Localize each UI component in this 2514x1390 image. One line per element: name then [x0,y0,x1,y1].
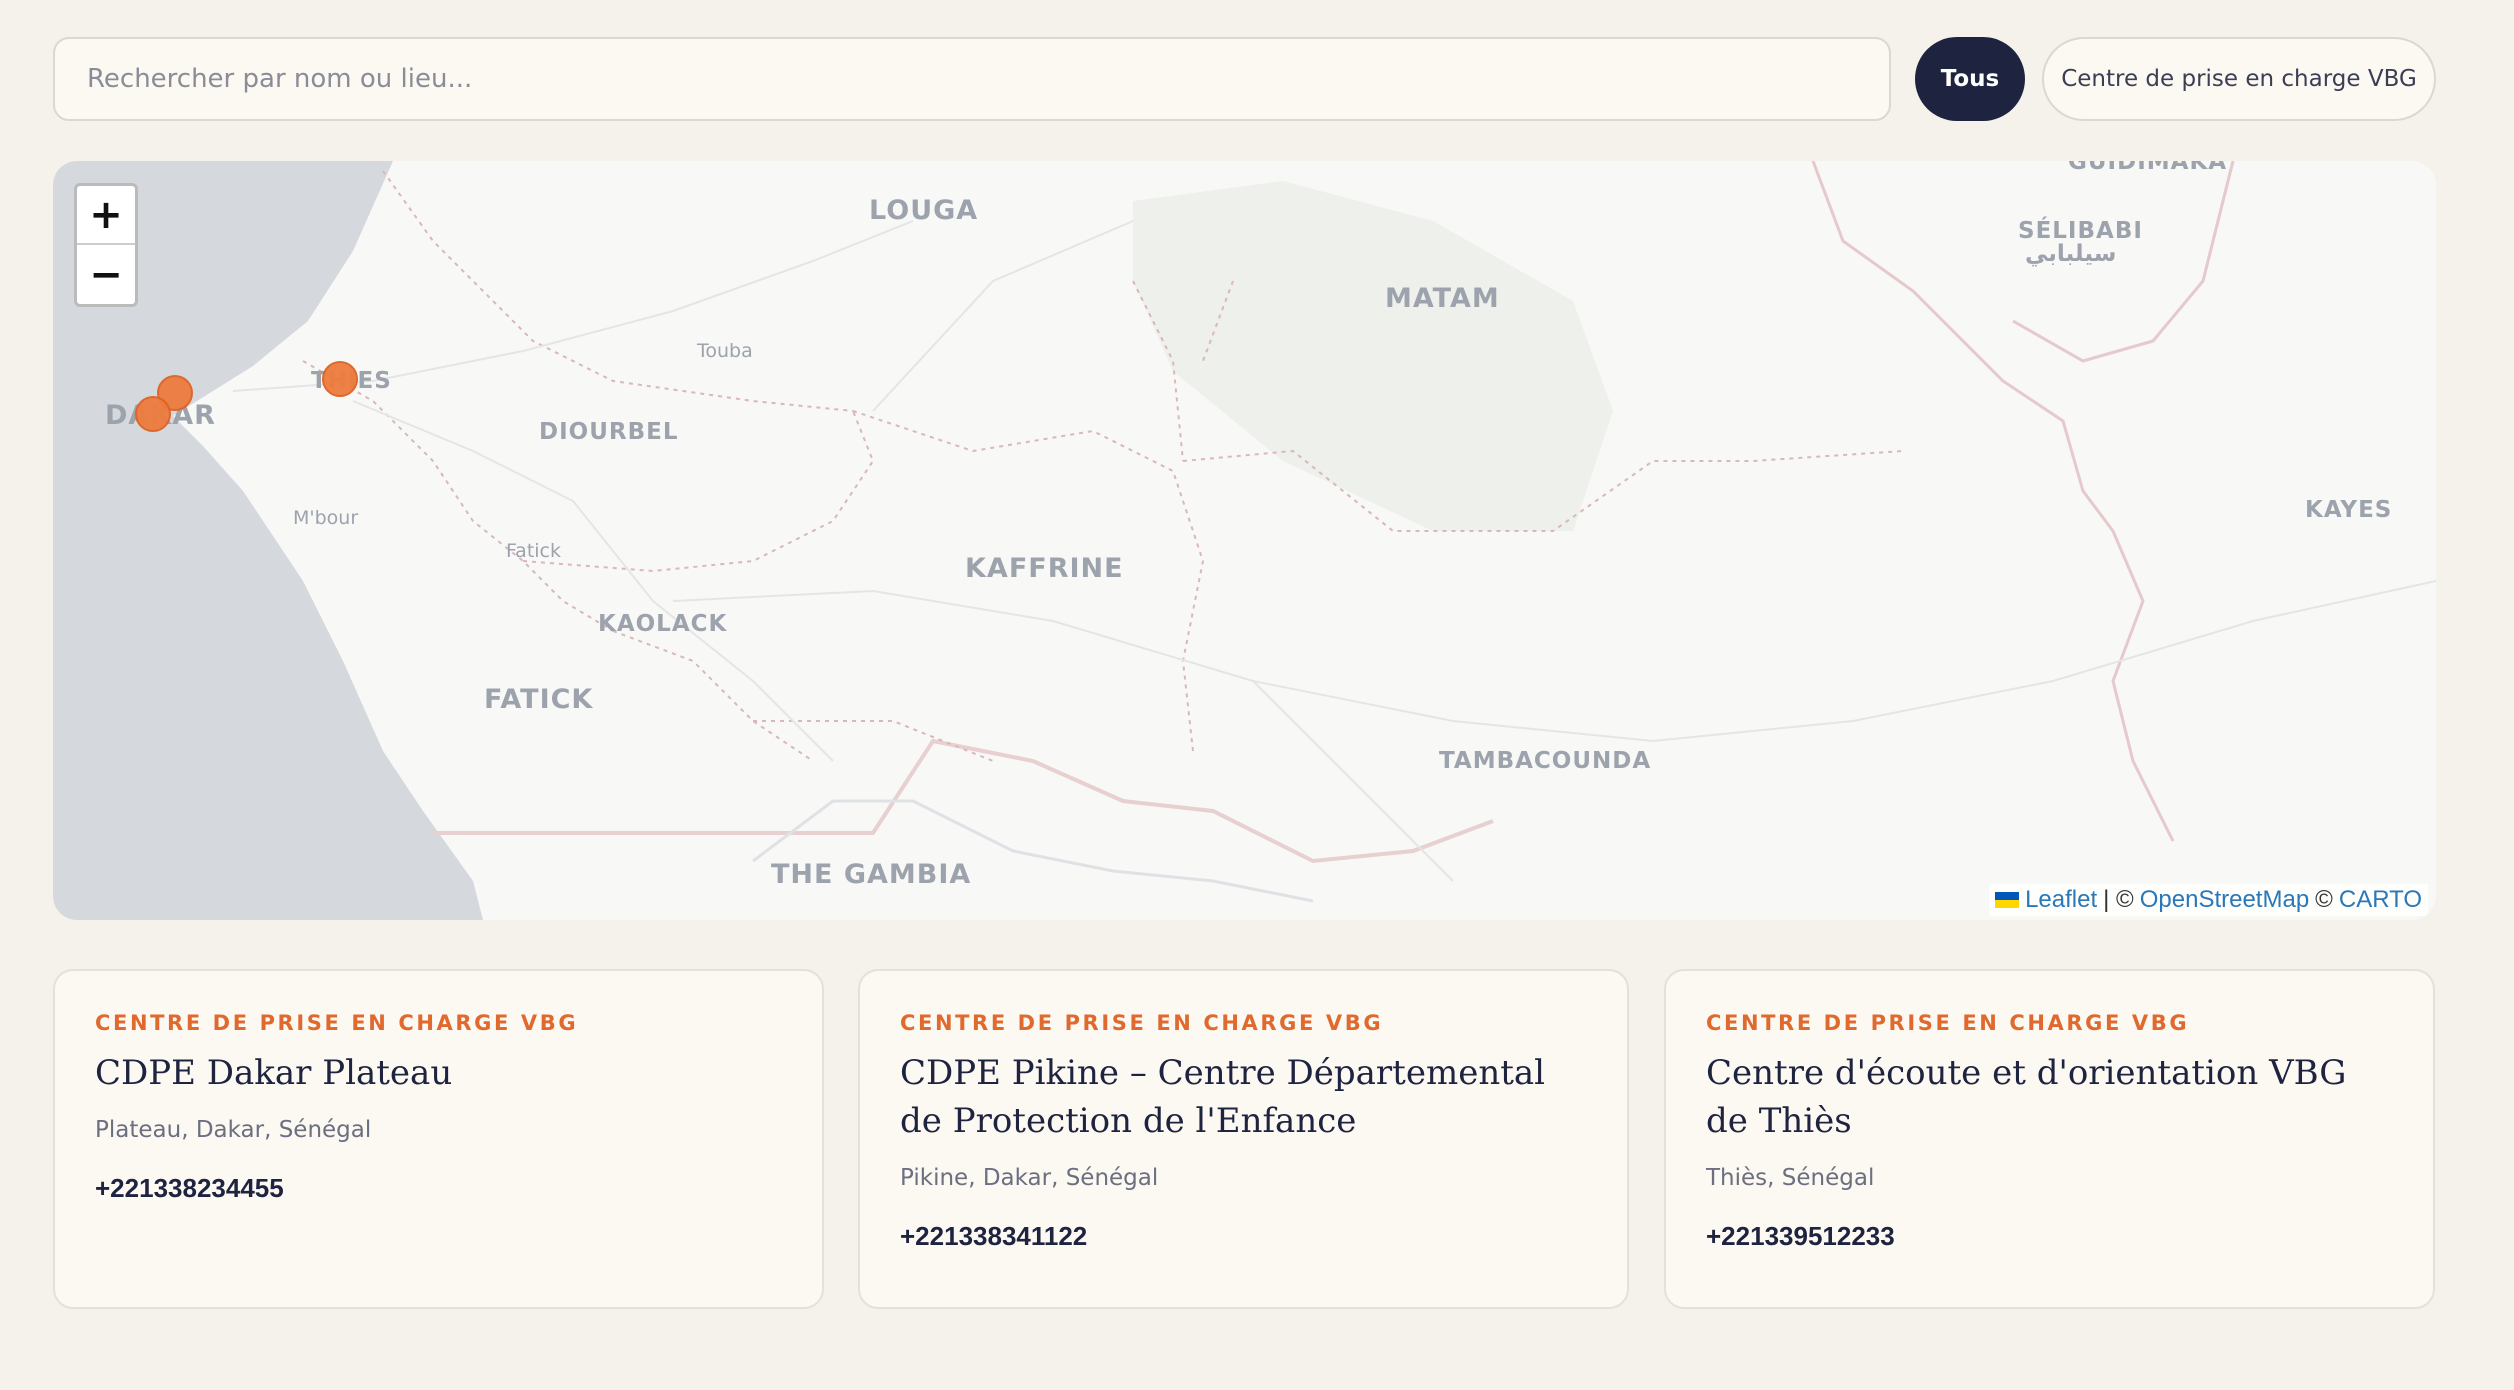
map-label-kaolack: KAOLACK [598,611,728,637]
card-location: Thiès, Sénégal [1706,1165,1875,1191]
border-east [1811,161,2175,842]
map-label-fatick: FATICK [484,684,594,715]
map-label-fatick-town: Fatick [506,540,562,562]
ukraine-flag-icon [1995,892,2020,908]
card-title: CDPE Pikine – Centre Départemental de Pr… [900,1053,1546,1141]
gambia-river [433,738,1494,864]
card-location: Pikine, Dakar, Sénégal [900,1165,1159,1191]
forest-area [1133,181,1613,531]
card-phone[interactable]: +221339512233 [1706,1221,2393,1252]
basemap [53,161,2436,920]
center-card[interactable]: Centre de prise en charge VBG CDPE Dakar… [53,969,824,1309]
attribution-separator-2: © [2315,886,2333,913]
filter-all-button[interactable]: Tous [1915,37,2025,121]
zoom-in-button[interactable]: + [77,186,135,245]
map[interactable]: + − GUIDIMAKA LOUGA SÉLIBABI سيلبابي MAT… [53,161,2436,920]
attribution-separator-1: | © [2103,886,2134,913]
map-label-touba: Touba [697,340,753,362]
map-label-kaffrine: KAFFRINE [965,553,1124,584]
map-label-selibabi-ar: سيلبابي [2025,241,2117,267]
card-category: Centre de prise en charge VBG [95,1011,579,1035]
map-label-kayes: KAYES [2305,497,2393,523]
map-label-mbour: M'bour [293,507,359,529]
card-phone[interactable]: +221338341122 [900,1221,1587,1252]
card-location: Plateau, Dakar, Sénégal [95,1117,372,1143]
search-input[interactable] [53,37,1891,121]
card-title: CDPE Dakar Plateau [95,1053,453,1093]
map-marker-cdpe-dakar-plateau[interactable] [135,396,171,432]
map-attribution: Leaflet | © OpenStreetMap © CARTO [1989,884,2428,916]
map-label-guidimaka: GUIDIMAKA [2068,161,2228,175]
map-label-gambia: THE GAMBIA [771,859,972,890]
card-category: Centre de prise en charge VBG [1706,1011,2190,1035]
map-label-matam: MATAM [1385,283,1500,314]
openstreetmap-link[interactable]: OpenStreetMap [2140,886,2309,914]
leaflet-link[interactable]: Leaflet [2025,886,2097,914]
zoom-out-button[interactable]: − [77,245,135,304]
carto-link[interactable]: CARTO [2339,886,2422,914]
map-label-tambacounda: TAMBACOUNDA [1439,748,1652,774]
card-category: Centre de prise en charge VBG [900,1011,1384,1035]
map-label-diourbel: DIOURBEL [539,419,679,445]
map-marker-thies[interactable] [322,361,358,397]
card-title: Centre d'écoute et d'orientation VBG de … [1706,1053,2347,1141]
card-phone[interactable]: +221338234455 [95,1173,782,1204]
map-label-louga: LOUGA [869,195,979,226]
zoom-control: + − [74,183,138,307]
center-card[interactable]: Centre de prise en charge VBG CDPE Pikin… [858,969,1629,1309]
filter-vbg-button[interactable]: Centre de prise en charge VBG [2042,37,2436,121]
center-card[interactable]: Centre de prise en charge VBG Centre d'é… [1664,969,2435,1309]
